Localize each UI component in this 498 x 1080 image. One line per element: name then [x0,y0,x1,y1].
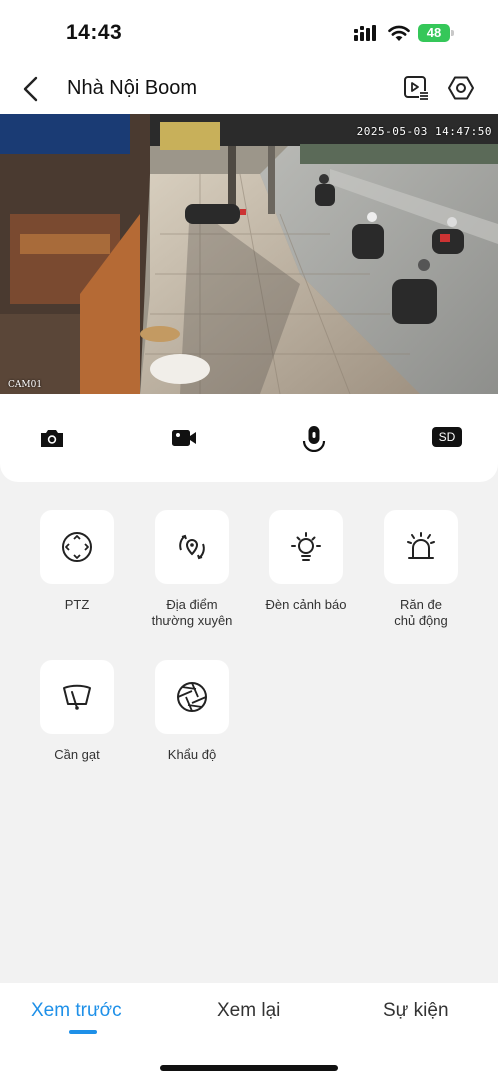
feature-warning-light[interactable]: Đèn cảnh báo [251,510,361,613]
feature-frequent-places[interactable]: Địa điểm thường xuyên [137,510,247,629]
camera-feed[interactable]: 2025-05-03 14:47:50 CAM01 [0,114,498,394]
camera-channel-label: CAM01 [8,380,43,390]
tab-events[interactable]: Sự kiện [383,1000,449,1022]
status-bar: 14:43 48 [0,0,498,64]
nav-header: Nhà Nội Boom [0,64,498,114]
wiper-label: Cần gạt [54,747,100,762]
active-deterrence-label: Răn đe chủ động [394,597,448,628]
ptz-label: PTZ [64,597,90,612]
sd-card-icon[interactable]: SD [432,427,462,447]
camera-icon[interactable] [38,424,66,452]
wiper-icon [63,684,91,710]
ptz-tile[interactable] [40,510,114,584]
feature-ptz[interactable]: PTZ [22,510,132,613]
warning-light-label: Đèn cảnh báo [265,597,347,612]
bottom-tab-bar: Xem trước Xem lại Sự kiện [0,983,498,1080]
location-rotate-icon [179,534,205,560]
battery-level: 48 [418,24,450,42]
tab-preview[interactable]: Xem trước [31,1000,122,1022]
page-title: Nhà Nội Boom [67,77,198,99]
active-deterrence-tile[interactable] [384,510,458,584]
playback-list-icon[interactable] [402,74,430,102]
camera-timestamp: 2025-05-03 14:47:50 [356,125,492,138]
aperture-label: Khẩu độ [167,747,217,762]
back-arrow-icon[interactable] [18,74,46,104]
active-tab-indicator [69,1030,97,1034]
status-time: 14:43 [66,21,123,44]
battery-cap [451,30,454,36]
home-indicator[interactable] [160,1065,338,1071]
record-video-icon[interactable] [170,424,198,452]
settings-gear-icon[interactable] [447,74,475,102]
wifi-icon [388,25,410,41]
aperture-icon [177,682,207,712]
frequent-places-label: Địa điểm thường xuyên [151,597,233,628]
talk-microphone-icon[interactable] [300,424,328,452]
feature-wiper[interactable]: Cần gạt [22,660,132,763]
camera-controls: SD [0,394,498,482]
feature-aperture[interactable]: Khẩu độ [137,660,247,763]
battery-indicator: 48 [418,24,454,42]
cellular-signal-icon [354,25,376,41]
ptz-icon [62,532,92,562]
aperture-tile[interactable] [155,660,229,734]
light-bulb-icon [291,532,321,561]
frequent-places-tile[interactable] [155,510,229,584]
feature-active-deterrence[interactable]: Răn đe chủ động [366,510,476,629]
siren-alarm-icon [407,532,435,559]
camera-feed-image [0,114,498,394]
tab-playback[interactable]: Xem lại [217,1000,280,1022]
warning-light-tile[interactable] [269,510,343,584]
wiper-tile[interactable] [40,660,114,734]
